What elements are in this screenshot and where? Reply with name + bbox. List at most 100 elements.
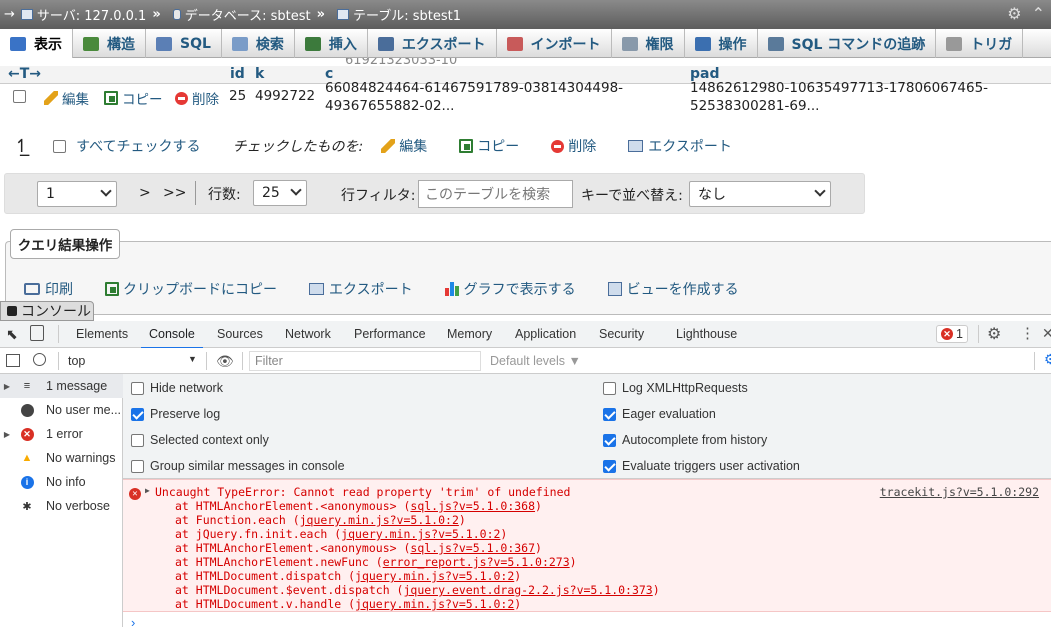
devtools-tab-performance[interactable]: Performance <box>354 327 426 341</box>
sidebar-toggle-icon[interactable] <box>6 354 20 367</box>
tab-5[interactable]: エクスポート <box>368 29 497 58</box>
devtools-tab-console[interactable]: Console <box>141 327 203 349</box>
next-page-button[interactable]: > <box>139 185 151 201</box>
stack-frame-link[interactable]: jquery.min.js?v=5.1.0:2 <box>341 527 500 541</box>
check-all-label[interactable]: すべてチェックする <box>76 136 200 156</box>
selected-context-checkbox[interactable] <box>131 433 144 447</box>
sidebar-item[interactable]: ▲ No warnings <box>0 446 123 470</box>
print-link[interactable]: 印刷 <box>24 279 73 299</box>
expand-arrow-icon[interactable]: ▶ <box>0 382 14 391</box>
row-filter-input[interactable]: このテーブルを検索 <box>418 180 573 208</box>
tab-0[interactable]: 表示 <box>0 29 73 58</box>
preserve-log-checkbox[interactable] <box>131 407 144 421</box>
collapse-icon[interactable]: ⌃ <box>1032 4 1045 23</box>
device-toolbar-icon[interactable] <box>30 325 44 341</box>
eager-eval-checkbox[interactable] <box>603 407 616 421</box>
eye-icon[interactable]: 👁 <box>216 353 234 370</box>
eager-eval-option[interactable]: Eager evaluation <box>603 407 716 421</box>
expand-triangle-icon[interactable]: ▶ <box>145 486 150 495</box>
devtools-tab-elements[interactable]: Elements <box>76 327 128 341</box>
log-xhr-option[interactable]: Log XMLHttpRequests <box>603 381 748 395</box>
clear-console-icon[interactable] <box>33 353 46 366</box>
eval-triggers-checkbox[interactable] <box>603 459 616 473</box>
row-copy-link[interactable]: コピー <box>104 88 163 108</box>
default-levels-dropdown[interactable]: Default levels ▼ <box>490 354 581 368</box>
stack-frame-link[interactable]: error_report.js?v=5.1.0:273 <box>383 555 570 569</box>
tab-4[interactable]: 挿入 <box>295 29 368 58</box>
row-edit-link[interactable]: 編集 <box>44 88 89 108</box>
export-link[interactable]: エクスポート <box>309 279 413 299</box>
settings-gear-icon[interactable]: ⚙ <box>1044 351 1051 368</box>
gear-icon[interactable]: ⚙ <box>987 324 1001 344</box>
devtools-tab-memory[interactable]: Memory <box>447 327 492 341</box>
sidebar-item[interactable]: ▶ ✕ 1 error <box>0 422 123 446</box>
breadcrumb-table[interactable]: テーブル: sbtest1 <box>353 5 461 24</box>
stack-frame-link[interactable]: sql.js?v=5.1.0:367 <box>410 541 535 555</box>
sidebar-item[interactable]: ▶ ≡ 1 message <box>0 374 123 398</box>
tab-7[interactable]: 権限 <box>612 29 685 58</box>
display-chart-link[interactable]: グラフで表示する <box>444 279 576 299</box>
back-arrow-icon[interactable]: → <box>4 7 15 22</box>
breadcrumb-server[interactable]: サーバ: 127.0.0.1 <box>37 5 146 24</box>
check-all-checkbox[interactable] <box>53 139 67 153</box>
group-similar-option[interactable]: Group similar messages in console <box>131 459 345 473</box>
more-options-icon[interactable]: ⋮ <box>1020 324 1035 342</box>
eval-triggers-option[interactable]: Evaluate triggers user activation <box>603 459 800 473</box>
autocomplete-option[interactable]: Autocomplete from history <box>603 433 767 447</box>
bulk-edit-button[interactable]: 編集 <box>381 136 427 156</box>
console-filter-input[interactable]: Filter <box>249 351 481 371</box>
sidebar-item[interactable]: ✱ No verbose <box>0 494 123 518</box>
devtools-tab-lighthouse[interactable]: Lighthouse <box>676 327 737 341</box>
hide-network-checkbox[interactable] <box>131 381 144 395</box>
sidebar-item[interactable]: No user me... <box>0 398 123 422</box>
console-prompt[interactable]: › <box>131 615 135 630</box>
copy-to-clipboard-link[interactable]: クリップボードにコピー <box>105 279 277 299</box>
sidebar-item[interactable]: i No info <box>0 470 123 494</box>
close-icon[interactable]: ✕ <box>1042 325 1051 342</box>
error-count-badge[interactable]: ✕ 1 <box>936 325 968 343</box>
tab-9[interactable]: SQL コマンドの追跡 <box>758 29 937 58</box>
autocomplete-checkbox[interactable] <box>603 433 616 447</box>
context-selector[interactable]: top <box>68 354 85 368</box>
row-delete-link[interactable]: 削除 <box>175 88 219 108</box>
rows-select[interactable]: 25 <box>253 180 307 206</box>
group-similar-checkbox[interactable] <box>131 459 144 473</box>
stack-frame-link[interactable]: jquery.min.js?v=5.1.0:2 <box>300 513 459 527</box>
tab-6[interactable]: インポート <box>497 29 612 58</box>
devtools-tab-security[interactable]: Security <box>599 327 644 341</box>
devtools-tab-sources[interactable]: Sources <box>217 327 263 341</box>
last-page-button[interactable]: >> <box>163 185 186 201</box>
tab-8[interactable]: 操作 <box>685 29 758 58</box>
log-xhr-checkbox[interactable] <box>603 381 616 395</box>
breadcrumb-database[interactable]: データベース: sbtest <box>185 5 311 24</box>
tab-1[interactable]: 構造 <box>73 29 146 58</box>
preserve-log-option[interactable]: Preserve log <box>131 407 220 421</box>
devtools-tab-network[interactable]: Network <box>285 327 331 341</box>
bulk-export-button[interactable]: エクスポート <box>628 136 732 156</box>
hide-network-option[interactable]: Hide network <box>131 381 223 395</box>
console-toggle[interactable]: コンソール <box>0 301 94 321</box>
bulk-copy-button[interactable]: コピー <box>459 136 519 156</box>
column-header-id[interactable]: id <box>230 66 245 82</box>
row-checkbox[interactable] <box>13 90 26 103</box>
page-select[interactable]: 1 <box>37 181 117 207</box>
column-header-k[interactable]: k <box>255 66 264 82</box>
inspect-element-icon[interactable]: ⬉ <box>6 326 18 343</box>
bulk-delete-button[interactable]: 削除 <box>551 136 596 156</box>
tab-3[interactable]: 検索 <box>222 29 295 58</box>
sort-arrows[interactable]: ←T→ <box>8 66 41 82</box>
tab-10[interactable]: トリガ <box>936 29 1024 58</box>
error-message-text[interactable]: Uncaught TypeError: Cannot read property… <box>155 485 570 499</box>
stack-frame-link[interactable]: jquery.min.js?v=5.1.0:2 <box>355 569 514 583</box>
expand-arrow-icon[interactable]: ▶ <box>0 430 14 439</box>
devtools-tab-application[interactable]: Application <box>515 327 576 341</box>
stack-frame-link[interactable]: jquery.min.js?v=5.1.0:2 <box>355 597 514 611</box>
selected-context-option[interactable]: Selected context only <box>131 433 269 447</box>
settings-gear-icon[interactable]: ⚙ <box>1007 4 1021 23</box>
stack-frame-link[interactable]: sql.js?v=5.1.0:368 <box>410 499 535 513</box>
error-source-link[interactable]: tracekit.js?v=5.1.0:292 <box>880 485 1039 499</box>
tab-2[interactable]: SQL <box>146 29 222 58</box>
stack-frame-link[interactable]: jquery.event.drag-2.2.js?v=5.1.0:373 <box>403 583 652 597</box>
create-view-link[interactable]: ビューを作成する <box>607 279 739 299</box>
sort-by-key-select[interactable]: なし <box>689 181 831 207</box>
